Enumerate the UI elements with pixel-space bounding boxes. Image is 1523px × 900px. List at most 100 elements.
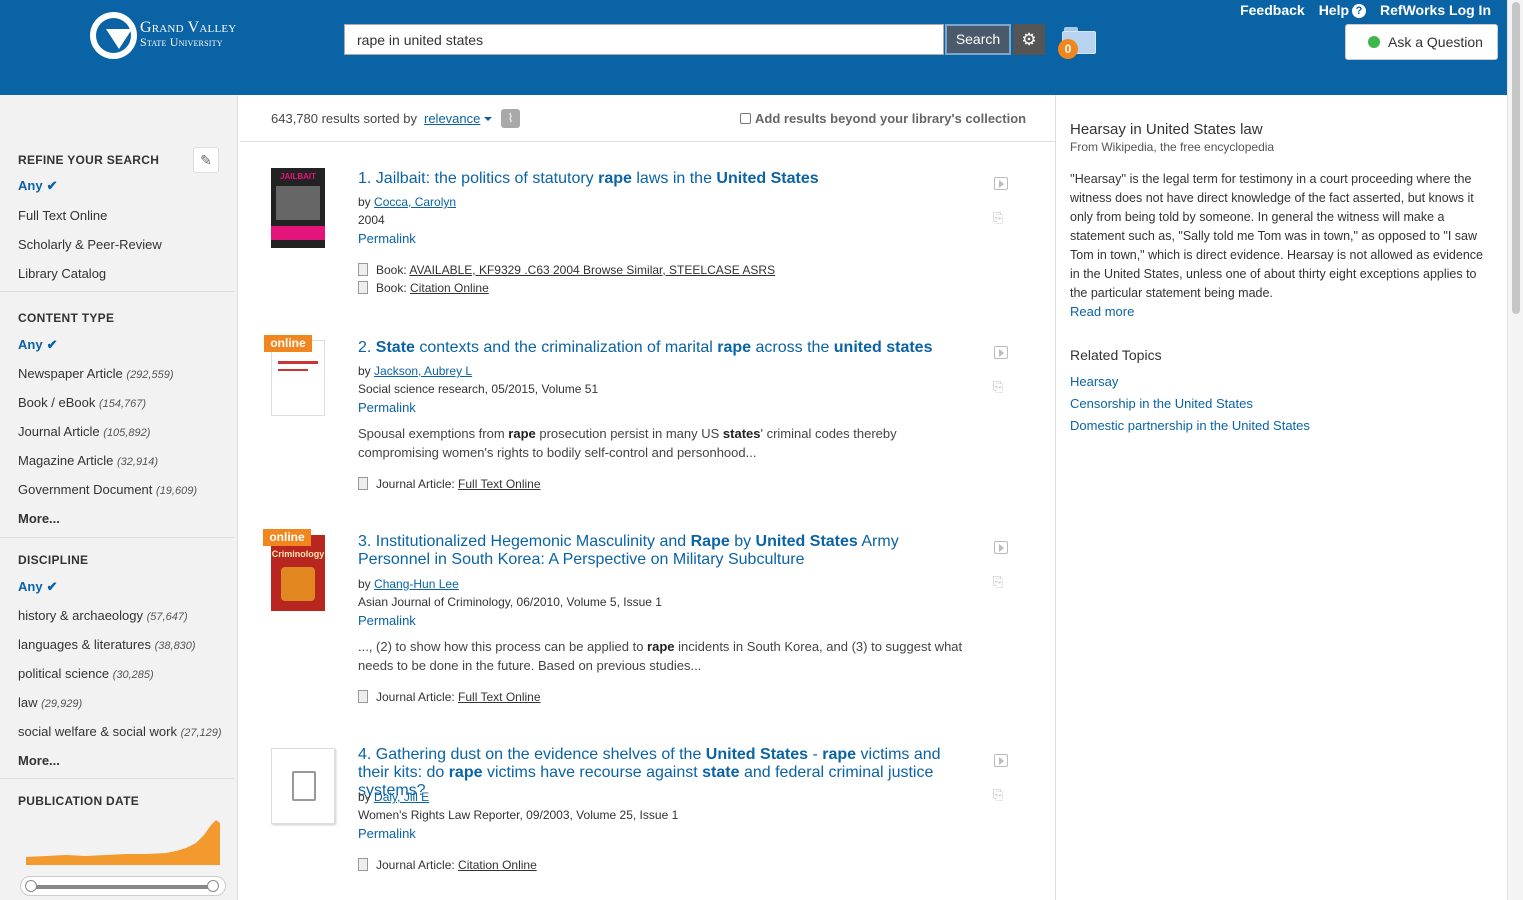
discipline-item[interactable]: political science (30,285) bbox=[18, 666, 154, 681]
facet-count: (30,285) bbox=[112, 669, 154, 681]
content-type-item[interactable]: Magazine Article (32,914) bbox=[18, 453, 158, 468]
gear-icon[interactable]: ⚙ bbox=[1013, 24, 1045, 55]
book-cover-thumbnail[interactable]: JAILBAIT bbox=[271, 168, 325, 248]
add-to-folder-icon[interactable]: ⎘ bbox=[993, 788, 1011, 802]
read-more-link[interactable]: Read more bbox=[1070, 304, 1134, 319]
author-link[interactable]: Daly, Jill E bbox=[374, 790, 429, 804]
preview-icon[interactable] bbox=[994, 754, 1008, 767]
sort-dropdown[interactable]: relevance bbox=[424, 111, 480, 126]
page-scrollbar[interactable] bbox=[1507, 0, 1523, 900]
content-type-item[interactable]: Newspaper Article (292,559) bbox=[18, 366, 174, 381]
permalink[interactable]: Permalink bbox=[358, 613, 416, 628]
online-badge: online bbox=[264, 335, 312, 352]
search-button[interactable]: Search bbox=[945, 24, 1011, 55]
content-type-item[interactable]: Book / eBook (154,767) bbox=[18, 395, 146, 410]
pencil-icon[interactable]: ✎ bbox=[193, 147, 219, 173]
document-placeholder-thumbnail[interactable] bbox=[271, 748, 335, 824]
by-label: by bbox=[358, 790, 371, 804]
feedback-link[interactable]: Feedback bbox=[1240, 2, 1305, 18]
author-link[interactable]: Chang-Hun Lee bbox=[374, 577, 459, 591]
facet-label: law bbox=[18, 695, 38, 710]
saved-items-folder[interactable]: 0 bbox=[1058, 27, 1096, 59]
related-topic-link[interactable]: Hearsay bbox=[1070, 374, 1118, 389]
format-line: Journal Article: Full Text Online bbox=[358, 477, 541, 491]
facet-label: languages & literatures bbox=[18, 637, 151, 652]
discipline-item[interactable]: history & archaeology (57,647) bbox=[18, 608, 188, 623]
highlighted-term: rape bbox=[822, 746, 857, 763]
help-link[interactable]: Help? bbox=[1319, 2, 1367, 18]
divider bbox=[0, 291, 234, 292]
rss-icon[interactable]: ⌇ bbox=[501, 109, 520, 128]
beyond-collection-label: Add results beyond your library's collec… bbox=[755, 111, 1027, 126]
filter-library-catalog[interactable]: Library Catalog bbox=[18, 266, 106, 281]
preview-icon[interactable] bbox=[994, 541, 1008, 554]
discipline-more[interactable]: More... bbox=[18, 753, 60, 768]
by-label: by bbox=[358, 577, 371, 591]
result-title-text: State contexts and the criminalization o… bbox=[376, 339, 933, 356]
result-title[interactable]: 3. Institutionalized Hegemonic Masculini… bbox=[358, 533, 970, 569]
content-type-any[interactable]: Any ✔ bbox=[18, 337, 57, 353]
content-type-item[interactable]: Journal Article (105,892) bbox=[18, 424, 150, 439]
journal-cover-thumbnail[interactable]: online bbox=[264, 335, 325, 416]
search-input[interactable] bbox=[344, 24, 944, 55]
format-link[interactable]: Citation Online bbox=[410, 281, 489, 295]
filter-full-text[interactable]: Full Text Online bbox=[18, 208, 107, 223]
format-link[interactable]: Full Text Online bbox=[458, 690, 540, 704]
refine-any[interactable]: Any ✔ bbox=[18, 178, 57, 194]
format-link[interactable]: AVAILABLE, KF9329 .C63 2004 Browse Simil… bbox=[409, 263, 775, 277]
content-type-any-label: Any bbox=[18, 337, 43, 352]
discipline-item[interactable]: social welfare & social work (27,129) bbox=[18, 724, 222, 739]
scrollbar-thumb[interactable] bbox=[1512, 2, 1520, 314]
preview-icon[interactable] bbox=[994, 346, 1008, 359]
result-source: Social science research, 05/2015, Volume… bbox=[358, 382, 599, 396]
facet-label: Government Document bbox=[18, 482, 153, 497]
facet-count: (292,559) bbox=[126, 369, 174, 381]
related-topics-title: Related Topics bbox=[1070, 347, 1162, 363]
permalink[interactable]: Permalink bbox=[358, 826, 416, 841]
beyond-collection-checkbox[interactable]: Add results beyond your library's collec… bbox=[740, 111, 1026, 126]
ask-question-button[interactable]: Ask a Question bbox=[1345, 24, 1498, 60]
permalink[interactable]: Permalink bbox=[358, 231, 416, 246]
add-to-folder-icon[interactable]: ⎘ bbox=[993, 575, 1011, 589]
format-link[interactable]: Citation Online bbox=[458, 858, 537, 872]
text-run: laws in the bbox=[631, 170, 717, 187]
slider-handle-start[interactable] bbox=[25, 880, 37, 892]
result-title[interactable]: 1. Jailbait: the politics of statutory r… bbox=[358, 170, 970, 188]
add-to-folder-icon[interactable]: ⎘ bbox=[993, 211, 1011, 225]
slider-handle-end[interactable] bbox=[207, 880, 219, 892]
result-title[interactable]: 4. Gathering dust on the evidence shelve… bbox=[358, 746, 970, 800]
related-topic-link[interactable]: Censorship in the United States bbox=[1070, 396, 1253, 411]
checkbox-icon[interactable] bbox=[740, 113, 751, 124]
result-title[interactable]: 2. State contexts and the criminalizatio… bbox=[358, 339, 970, 357]
filter-scholarly[interactable]: Scholarly & Peer-Review bbox=[18, 237, 162, 252]
facet-label: Newspaper Article bbox=[18, 366, 123, 381]
content-type-more[interactable]: More... bbox=[18, 511, 60, 526]
date-range-slider[interactable] bbox=[20, 876, 226, 896]
facet-label: Magazine Article bbox=[18, 453, 114, 468]
help-icon: ? bbox=[1352, 4, 1367, 18]
chevron-down-icon[interactable] bbox=[484, 117, 492, 121]
content-type-item[interactable]: Government Document (19,609) bbox=[18, 482, 197, 497]
author-link[interactable]: Cocca, Carolyn bbox=[374, 195, 456, 209]
preview-icon[interactable] bbox=[994, 177, 1008, 190]
format-link[interactable]: Full Text Online bbox=[458, 477, 540, 491]
topic-title: Hearsay in United States law bbox=[1070, 121, 1263, 138]
discipline-item[interactable]: law (29,929) bbox=[18, 695, 82, 710]
permalink[interactable]: Permalink bbox=[358, 400, 416, 415]
text-run: Gathering dust on the evidence shelves o… bbox=[375, 746, 706, 763]
format-line: Book: Citation Online bbox=[358, 281, 489, 295]
refworks-login-link[interactable]: RefWorks Log In bbox=[1380, 2, 1491, 18]
add-to-folder-icon[interactable]: ⎘ bbox=[993, 380, 1011, 394]
highlighted-term: United States bbox=[716, 170, 819, 187]
gvsu-logo[interactable]: Grand Valley State University bbox=[90, 12, 270, 62]
facet-count: (27,129) bbox=[180, 727, 222, 739]
author-link[interactable]: Jackson, Aubrey L bbox=[374, 364, 472, 378]
facet-count: (19,609) bbox=[156, 485, 198, 497]
discipline-item[interactable]: languages & literatures (38,830) bbox=[18, 637, 196, 652]
journal-cover-thumbnail[interactable]: Criminology online bbox=[263, 529, 325, 611]
highlighted-term: Rape bbox=[690, 533, 730, 550]
related-topic-link[interactable]: Domestic partnership in the United State… bbox=[1070, 418, 1310, 433]
format-type: Journal Article: bbox=[376, 690, 455, 704]
discipline-any[interactable]: Any ✔ bbox=[18, 579, 57, 595]
result-count: 643,780 results sorted by bbox=[271, 111, 417, 126]
